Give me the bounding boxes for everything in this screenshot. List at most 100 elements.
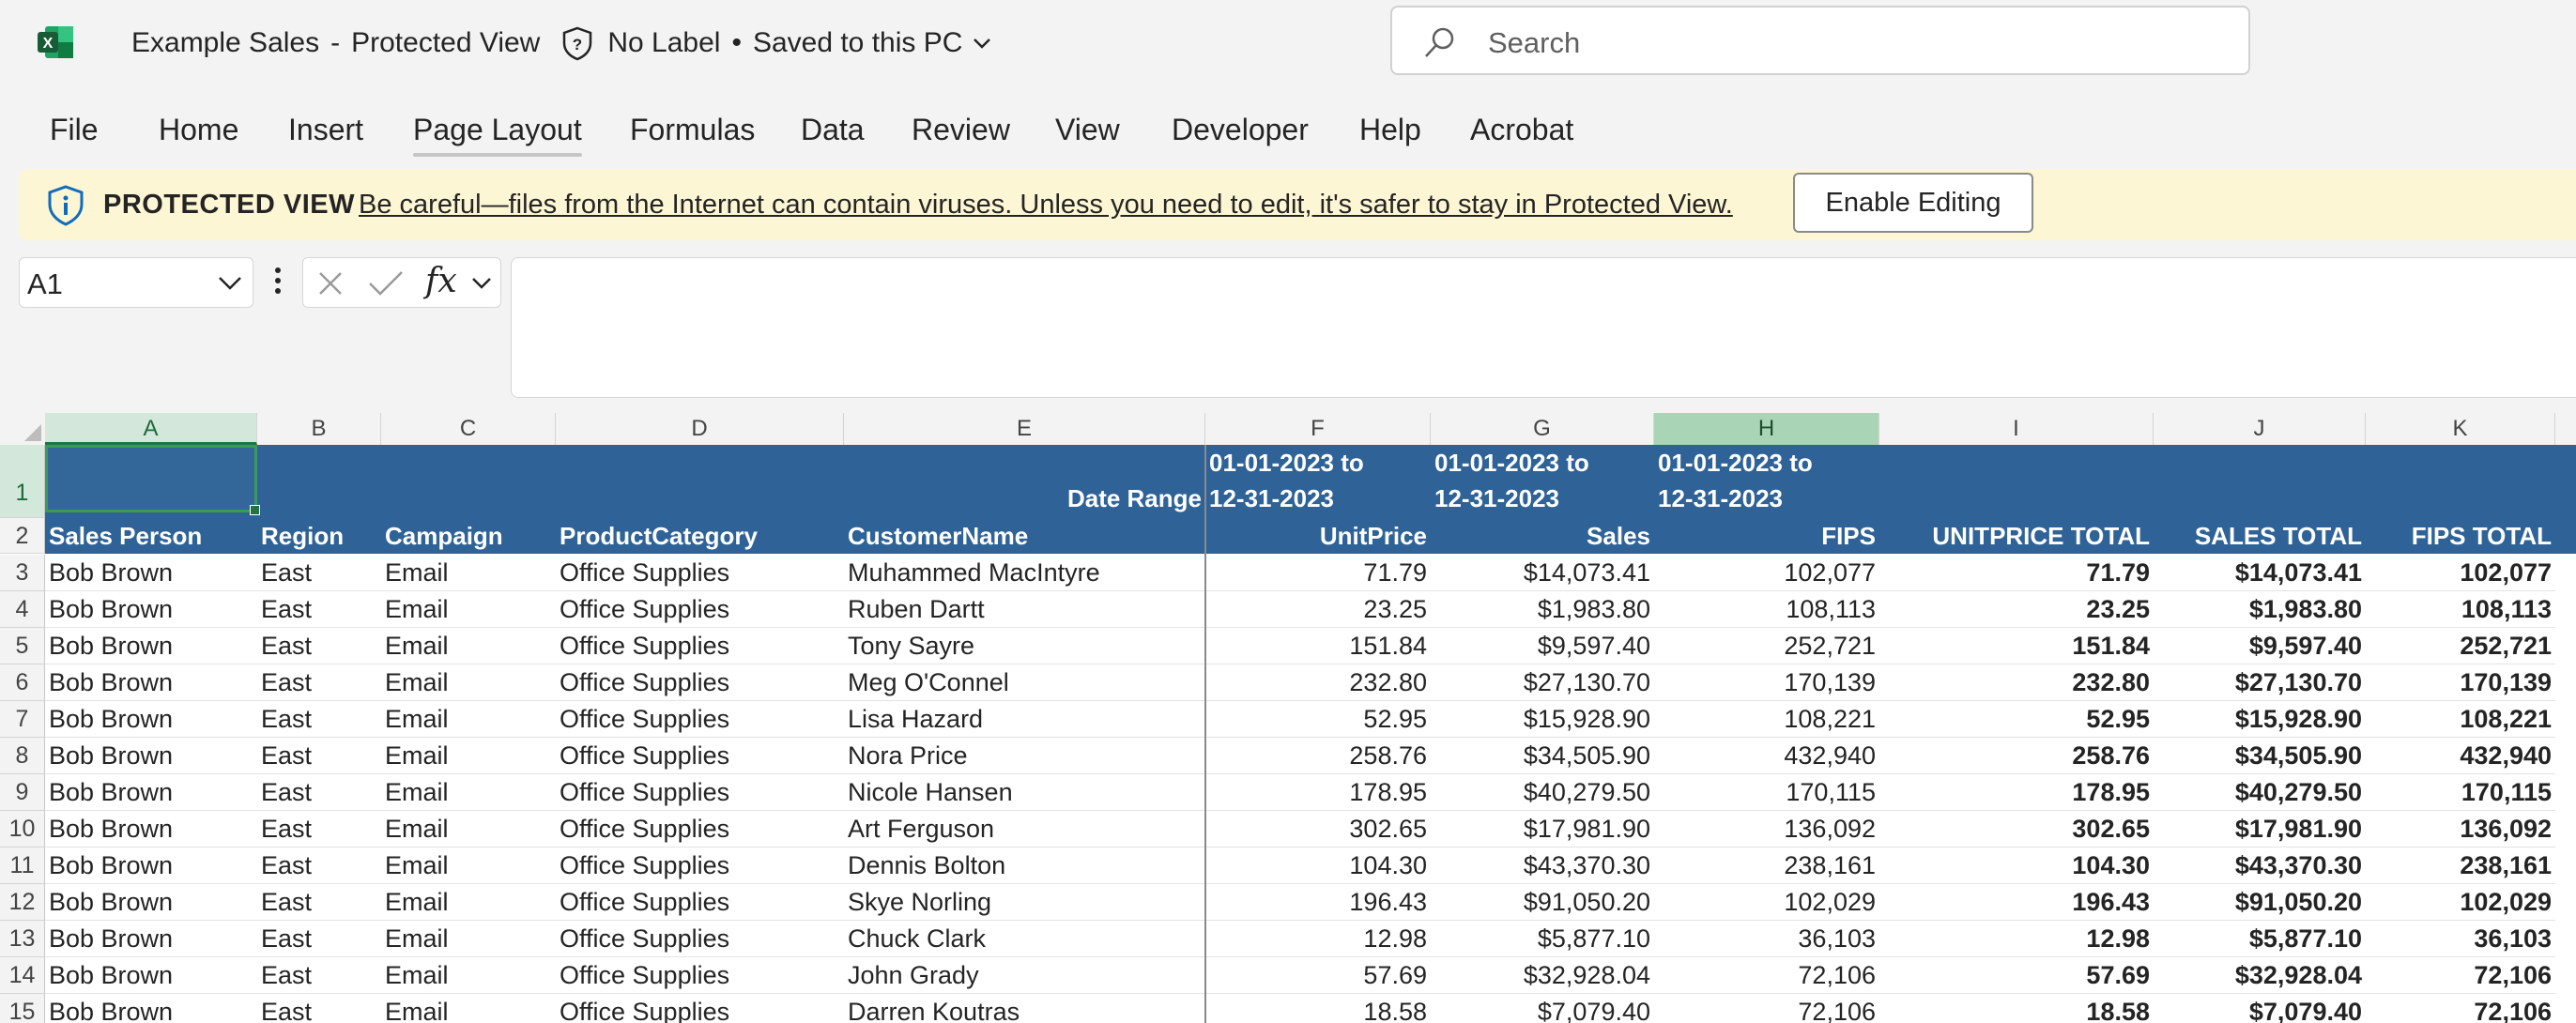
table-cell[interactable]: $17,981.90 <box>2154 811 2366 847</box>
table-cell[interactable]: Tony Sayre <box>844 628 1205 664</box>
table-cell[interactable]: $9,597.40 <box>1431 628 1654 664</box>
table-cell[interactable]: 108,113 <box>2366 591 2555 628</box>
table-cell[interactable]: $14,073.41 <box>1431 555 1654 591</box>
table-cell[interactable]: $7,079.40 <box>2154 994 2366 1023</box>
row-header-4[interactable]: 4 <box>0 591 45 628</box>
table-cell[interactable]: 196.43 <box>1879 884 2154 921</box>
table-cell[interactable]: 102,029 <box>1654 884 1879 921</box>
table-cell[interactable]: 178.95 <box>1205 774 1431 811</box>
table-cell[interactable]: Office Supplies <box>556 921 844 957</box>
table-cell[interactable]: 104.30 <box>1879 847 2154 884</box>
tab-review[interactable]: Review <box>912 113 1010 147</box>
table-cell[interactable]: $43,370.30 <box>1431 847 1654 884</box>
column-header-h[interactable]: H <box>1654 413 1879 445</box>
table-cell[interactable]: 170,115 <box>2366 774 2555 811</box>
table-cell[interactable]: $34,505.90 <box>2154 738 2366 774</box>
table-cell[interactable]: 52.95 <box>1205 701 1431 738</box>
table-cell[interactable]: $15,928.90 <box>1431 701 1654 738</box>
table-cell[interactable]: $5,877.10 <box>1431 921 1654 957</box>
table-cell[interactable]: Bob Brown <box>45 555 257 591</box>
table-cell[interactable]: Email <box>381 738 556 774</box>
table-cell[interactable]: Office Supplies <box>556 994 844 1023</box>
table-cell[interactable]: 72,106 <box>1654 957 1879 994</box>
table-cell[interactable]: 23.25 <box>1205 591 1431 628</box>
table-cell[interactable]: Email <box>381 664 556 701</box>
table-cell[interactable]: 108,221 <box>1654 701 1879 738</box>
row-header-9[interactable]: 9 <box>0 774 45 811</box>
tab-view[interactable]: View <box>1055 113 1120 147</box>
header-cell[interactable]: Sales <box>1431 518 1654 555</box>
header-cell[interactable]: FIPS <box>1654 518 1879 555</box>
table-cell[interactable]: $1,983.80 <box>2154 591 2366 628</box>
header-cell[interactable]: UnitPrice <box>1205 518 1431 555</box>
table-cell[interactable]: Office Supplies <box>556 664 844 701</box>
table-cell[interactable]: 108,221 <box>2366 701 2555 738</box>
row-header-5[interactable]: 5 <box>0 628 45 664</box>
table-cell[interactable]: 196.43 <box>1205 884 1431 921</box>
tab-developer[interactable]: Developer <box>1172 113 1309 147</box>
header-cell[interactable]: UNITPRICE TOTAL <box>1879 518 2154 555</box>
table-cell[interactable]: 108,113 <box>1654 591 1879 628</box>
table-cell[interactable]: $14,073.41 <box>2154 555 2366 591</box>
table-cell[interactable]: 302.65 <box>1879 811 2154 847</box>
table-cell[interactable]: East <box>257 921 381 957</box>
table-cell[interactable]: $40,279.50 <box>2154 774 2366 811</box>
table-cell[interactable]: Email <box>381 555 556 591</box>
table-cell[interactable]: 52.95 <box>1879 701 2154 738</box>
table-cell[interactable]: Office Supplies <box>556 701 844 738</box>
table-cell[interactable]: 170,139 <box>2366 664 2555 701</box>
table-cell[interactable]: Office Supplies <box>556 738 844 774</box>
tab-home[interactable]: Home <box>159 113 238 147</box>
table-cell[interactable]: Office Supplies <box>556 957 844 994</box>
table-cell[interactable]: 57.69 <box>1205 957 1431 994</box>
row-header-1[interactable]: 1 <box>0 445 45 518</box>
table-cell[interactable]: 238,161 <box>2366 847 2555 884</box>
table-cell[interactable]: Art Ferguson <box>844 811 1205 847</box>
row-header-2[interactable]: 2 <box>0 518 45 554</box>
table-cell[interactable]: Email <box>381 921 556 957</box>
table-cell[interactable]: Office Supplies <box>556 555 844 591</box>
table-cell[interactable]: Email <box>381 957 556 994</box>
table-cell[interactable]: $32,928.04 <box>2154 957 2366 994</box>
table-cell[interactable]: $43,370.30 <box>2154 847 2366 884</box>
table-cell[interactable]: Nora Price <box>844 738 1205 774</box>
table-cell[interactable]: 258.76 <box>1879 738 2154 774</box>
table-cell[interactable]: 71.79 <box>1205 555 1431 591</box>
header-cell[interactable]: Campaign <box>381 518 556 555</box>
table-cell[interactable]: East <box>257 701 381 738</box>
table-cell[interactable]: 72,106 <box>2366 994 2555 1023</box>
header-cell[interactable]: CustomerName <box>844 518 1205 555</box>
table-cell[interactable]: 151.84 <box>1879 628 2154 664</box>
table-cell[interactable]: 232.80 <box>1879 664 2154 701</box>
table-cell[interactable]: 23.25 <box>1879 591 2154 628</box>
document-title[interactable]: Example Sales - Protected View ? No Labe… <box>131 24 994 62</box>
column-header-a[interactable]: A <box>45 413 257 445</box>
protected-view-message-link[interactable]: Be careful—files from the Internet can c… <box>359 190 1733 221</box>
column-header-c[interactable]: C <box>381 413 556 445</box>
table-cell[interactable]: $15,928.90 <box>2154 701 2366 738</box>
fill-handle[interactable] <box>250 505 260 515</box>
table-cell[interactable]: Email <box>381 774 556 811</box>
table-cell[interactable]: East <box>257 774 381 811</box>
insert-function-icon[interactable]: fx <box>425 262 457 300</box>
header-cell[interactable]: FIPS TOTAL <box>2366 518 2555 555</box>
table-cell[interactable]: $32,928.04 <box>1431 957 1654 994</box>
table-cell[interactable]: East <box>257 591 381 628</box>
table-cell[interactable]: Email <box>381 994 556 1023</box>
table-cell[interactable]: Bob Brown <box>45 591 257 628</box>
spreadsheet-grid[interactable]: A B C D E F G H I J K 1 2 3 4 5 6 7 8 9 10 11 12 13 14 15 Date Ran… <box>0 413 2576 1023</box>
table-cell[interactable]: $5,877.10 <box>2154 921 2366 957</box>
column-header-g[interactable]: G <box>1431 413 1654 445</box>
row-header-11[interactable]: 11 <box>0 847 45 884</box>
table-cell[interactable]: 136,092 <box>1654 811 1879 847</box>
table-cell[interactable]: Ruben Dartt <box>844 591 1205 628</box>
table-cell[interactable]: Email <box>381 628 556 664</box>
table-cell[interactable]: 12.98 <box>1205 921 1431 957</box>
header-cell[interactable]: ProductCategory <box>556 518 844 555</box>
chevron-down-icon[interactable] <box>470 275 493 292</box>
table-cell[interactable]: 170,139 <box>1654 664 1879 701</box>
row-header-12[interactable]: 12 <box>0 884 45 921</box>
row-header-15[interactable]: 15 <box>0 994 45 1023</box>
table-cell[interactable]: $91,050.20 <box>1431 884 1654 921</box>
table-cell[interactable]: $9,597.40 <box>2154 628 2366 664</box>
